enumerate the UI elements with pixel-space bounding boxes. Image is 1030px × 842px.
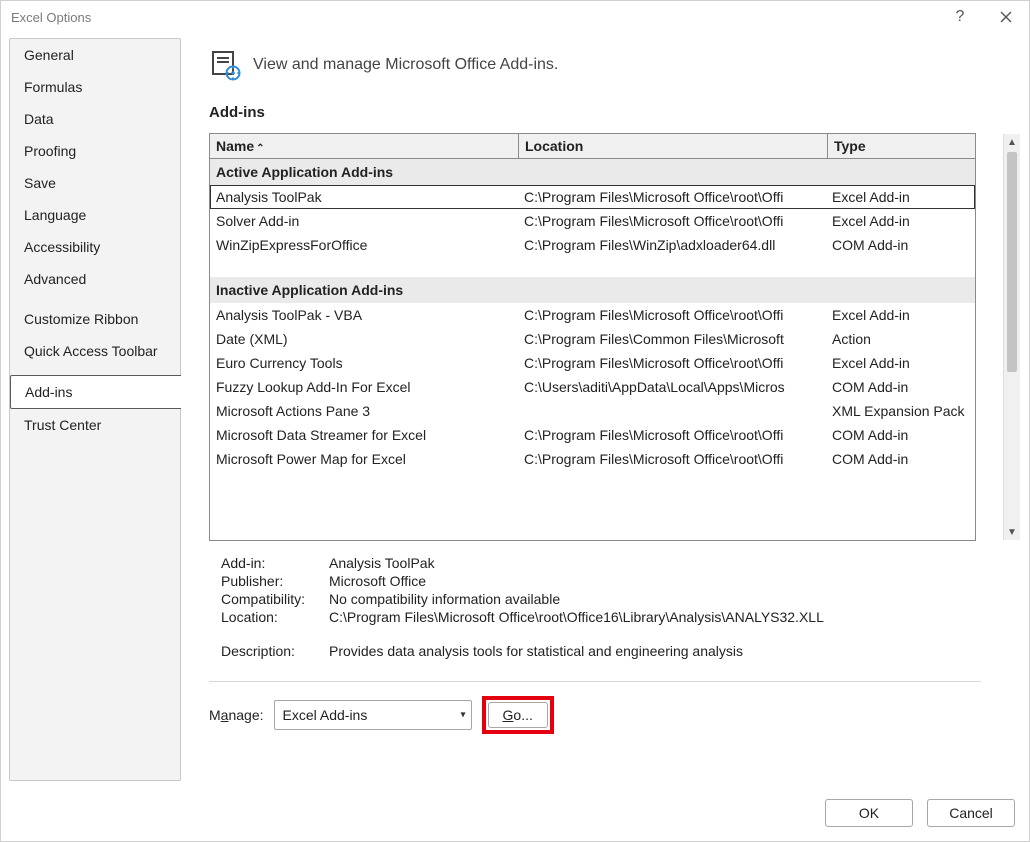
manage-select[interactable]: Excel Add-ins ▾ (274, 700, 472, 730)
detail-value-desc: Provides data analysis tools for statist… (329, 643, 743, 659)
category-sidebar: GeneralFormulasDataProofingSaveLanguageA… (9, 38, 181, 781)
sidebar-item-language[interactable]: Language (10, 199, 180, 231)
detail-label-compat: Compatibility: (221, 591, 329, 607)
col-header-location[interactable]: Location (519, 134, 828, 158)
table-scrollbar[interactable]: ▲ ▼ (1003, 134, 1020, 540)
section-title: Add-ins (209, 104, 1021, 121)
chevron-down-icon: ▾ (460, 710, 465, 721)
sidebar-item-general[interactable]: General (10, 39, 180, 71)
table-row[interactable]: Microsoft Data Streamer for ExcelC:\Prog… (210, 423, 975, 447)
excel-options-dialog: Excel Options ? GeneralFormulasDataProof… (0, 0, 1030, 842)
sidebar-item-proofing[interactable]: Proofing (10, 135, 180, 167)
scroll-up-icon[interactable]: ▲ (1004, 134, 1020, 150)
main-panel: View and manage Microsoft Office Add-ins… (181, 38, 1021, 781)
go-button[interactable]: Go... (488, 702, 548, 728)
close-icon[interactable] (983, 1, 1029, 33)
cancel-button[interactable]: Cancel (927, 799, 1015, 827)
detail-label-location: Location: (221, 609, 329, 625)
titlebar: Excel Options ? (1, 1, 1029, 33)
addins-icon (209, 48, 243, 82)
manage-label: Manage: (209, 707, 264, 723)
table-row[interactable]: WinZipExpressForOfficeC:\Program Files\W… (210, 233, 975, 257)
sidebar-item-quick-access-toolbar[interactable]: Quick Access Toolbar (10, 335, 180, 367)
table-row[interactable]: Date (XML)C:\Program Files\Common Files\… (210, 327, 975, 351)
sidebar-item-data[interactable]: Data (10, 103, 180, 135)
table-row[interactable]: Euro Currency ToolsC:\Program Files\Micr… (210, 351, 975, 375)
detail-value-compat: No compatibility information available (329, 591, 560, 607)
sidebar-item-formulas[interactable]: Formulas (10, 71, 180, 103)
sidebar-item-accessibility[interactable]: Accessibility (10, 231, 180, 263)
table-header: Name⌃ Location Type (210, 134, 975, 159)
col-header-type[interactable]: Type (828, 134, 975, 158)
table-row[interactable]: Analysis ToolPak - VBAC:\Program Files\M… (210, 303, 975, 327)
scroll-down-icon[interactable]: ▼ (1004, 524, 1020, 540)
manage-row: Manage: Excel Add-ins ▾ Go... (209, 696, 1021, 734)
detail-value-publisher: Microsoft Office (329, 573, 426, 589)
col-header-name[interactable]: Name⌃ (210, 134, 519, 158)
panel-heading: View and manage Microsoft Office Add-ins… (253, 56, 558, 74)
detail-label-desc: Description: (221, 643, 329, 659)
table-row[interactable]: Microsoft Actions Pane 3XML Expansion Pa… (210, 399, 975, 423)
window-title: Excel Options (11, 10, 937, 25)
table-group-header: Inactive Application Add-ins (210, 277, 975, 303)
dialog-footer: OK Cancel (1, 789, 1029, 841)
sort-asc-icon: ⌃ (256, 143, 264, 154)
table-row[interactable]: Solver Add-inC:\Program Files\Microsoft … (210, 209, 975, 233)
table-row[interactable]: Microsoft Power Map for ExcelC:\Program … (210, 447, 975, 471)
sidebar-item-customize-ribbon[interactable]: Customize Ribbon (10, 303, 180, 335)
divider (209, 681, 981, 682)
sidebar-item-trust-center[interactable]: Trust Center (10, 409, 180, 441)
addin-details: Add-in:Analysis ToolPak Publisher:Micros… (221, 555, 1021, 661)
scroll-thumb[interactable] (1007, 152, 1017, 372)
addins-table-wrap: Name⌃ Location Type Active Application A… (209, 133, 1021, 541)
sidebar-item-save[interactable]: Save (10, 167, 180, 199)
detail-label-addin: Add-in: (221, 555, 329, 571)
content-area: GeneralFormulasDataProofingSaveLanguageA… (1, 33, 1029, 789)
table-row[interactable]: Analysis ToolPakC:\Program Files\Microso… (210, 185, 975, 209)
table-group-header: Active Application Add-ins (210, 159, 975, 185)
sidebar-item-advanced[interactable]: Advanced (10, 263, 180, 295)
help-icon[interactable]: ? (937, 1, 983, 33)
detail-value-location: C:\Program Files\Microsoft Office\root\O… (329, 609, 824, 625)
tutorial-highlight: Go... (482, 696, 554, 734)
addins-table: Name⌃ Location Type Active Application A… (209, 133, 976, 541)
table-row[interactable]: Fuzzy Lookup Add-In For ExcelC:\Users\ad… (210, 375, 975, 399)
detail-value-addin: Analysis ToolPak (329, 555, 435, 571)
panel-header: View and manage Microsoft Office Add-ins… (209, 48, 1021, 82)
sidebar-item-add-ins[interactable]: Add-ins (10, 375, 181, 409)
table-body: Active Application Add-insAnalysis ToolP… (210, 159, 975, 540)
ok-button[interactable]: OK (825, 799, 913, 827)
detail-label-publisher: Publisher: (221, 573, 329, 589)
